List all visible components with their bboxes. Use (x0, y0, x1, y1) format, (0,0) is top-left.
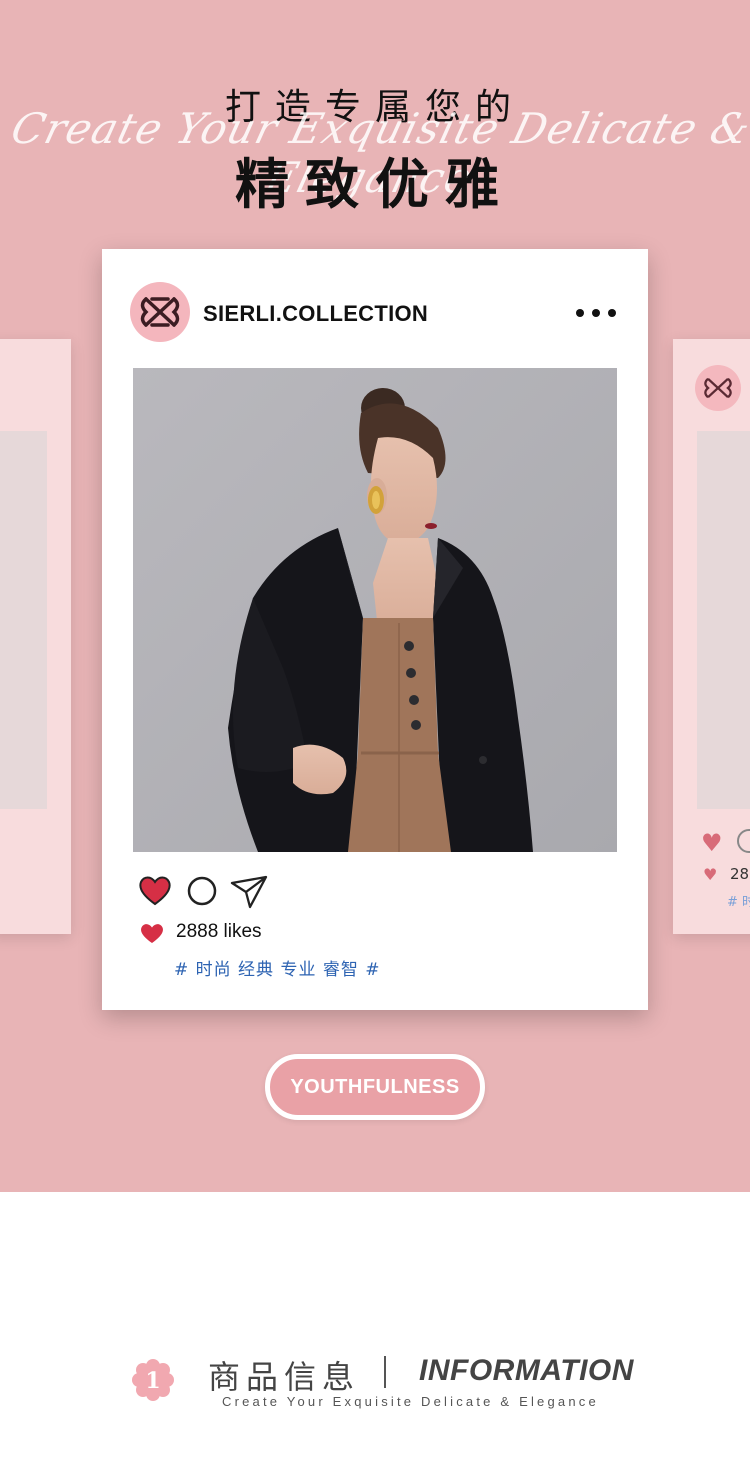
section-number-badge: 1 (130, 1357, 176, 1403)
section-subtitle: Create Your Exquisite Delicate & Eleganc… (222, 1394, 599, 1409)
side-tags: # 时 (727, 895, 750, 910)
side-card-right: ♥ ♥ 288 # 时 (673, 339, 750, 934)
heart-icon[interactable]: ♥ (701, 829, 723, 857)
hero-title-line2: 精致优雅 (235, 153, 515, 216)
more-dots-icon[interactable] (576, 307, 616, 319)
section-divider (384, 1356, 386, 1388)
comment-icon[interactable] (187, 876, 217, 906)
likes-heart-icon: ♥ (703, 865, 718, 884)
product-photo (133, 368, 617, 852)
likes-heart-icon (140, 922, 164, 944)
post-tags[interactable]: # 时尚 经典 专业 睿智 # (174, 955, 381, 980)
comment-icon[interactable] (737, 829, 750, 853)
monogram-logo-icon (695, 365, 741, 411)
youthfulness-button[interactable]: YOUTHFULNESS (265, 1054, 485, 1120)
section-number: 1 (145, 1368, 160, 1394)
post-username[interactable]: SIERLI.COLLECTION (203, 301, 428, 327)
side-card-left-photo (0, 431, 47, 809)
send-icon[interactable] (230, 875, 268, 909)
likes-count: 2888 likes (176, 921, 262, 942)
section-title-en: INFORMATION (419, 1354, 634, 1387)
side-card-left (0, 339, 71, 934)
side-likes-count: 288 (730, 865, 750, 883)
post-card: SIERLI.COLLECTION 2888 likes # 时尚 经典 专业 … (102, 249, 648, 1010)
side-card-right-photo (697, 431, 750, 809)
heart-icon[interactable] (139, 876, 171, 906)
section-title-cn: 商品信息 (208, 1358, 361, 1396)
post-actions (138, 873, 278, 909)
monogram-logo-icon[interactable] (130, 282, 190, 342)
hero-banner: 打造专属您的 Create Your Exquisite Delicate & … (0, 0, 750, 1192)
